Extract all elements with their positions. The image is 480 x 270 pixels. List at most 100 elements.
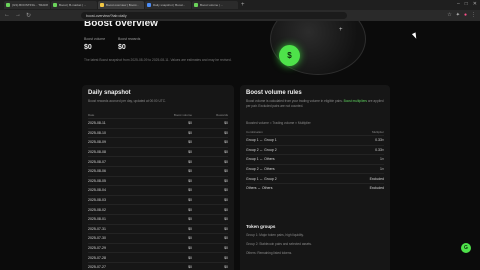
table-body: Group 1 ↔ Group 1 0.33× Group 2 ↔ Group 2 0… xyxy=(246,135,384,193)
table-row: 2025-08-09 $0 $0 xyxy=(88,137,228,147)
table-row: Others ↔ Others Excluded xyxy=(246,182,384,193)
close-icon[interactable]: ✕ xyxy=(473,1,477,7)
table-cell: $0 xyxy=(188,217,192,222)
favicon-icon xyxy=(100,3,104,7)
new-tab-button[interactable]: + xyxy=(241,2,245,8)
table-cell: 2025-08-07 xyxy=(88,159,106,164)
table-cell: 0.33× xyxy=(375,147,384,152)
group-line: Group 1: Major token pairs, high liquidi… xyxy=(246,233,304,237)
back-icon[interactable]: ← xyxy=(4,12,10,19)
card-subtitle: Boost rewards accrued per day, updated a… xyxy=(88,99,166,103)
table-cell: 2025-08-03 xyxy=(88,198,106,203)
table-cell: $0 xyxy=(188,255,192,260)
daily-snapshot-card: Daily snapshot Boost rewards accrued per… xyxy=(82,85,234,270)
browser-tab[interactable]: Boost | B-market | ... xyxy=(51,1,97,9)
column-header-combination: Combination xyxy=(246,130,263,134)
table-cell: 2025-08-09 xyxy=(88,140,106,145)
mouse-cursor-icon xyxy=(411,32,419,40)
browser-tabbar: (GS) BOOSTING... TRADING | Pola.co... Boo… xyxy=(0,0,480,10)
extension-icon[interactable]: ✦ xyxy=(456,12,460,18)
table-cell: Group 2 ↔ Others xyxy=(246,167,275,172)
maximize-icon[interactable]: □ xyxy=(465,1,468,7)
table-cell: Group 1 ↔ Others xyxy=(246,157,275,162)
stat-boost-volume: Boost volume $0 xyxy=(84,37,105,51)
nav-buttons: ← → ↻ xyxy=(4,12,31,19)
table-cell: $0 xyxy=(224,140,228,145)
table-cell: $0 xyxy=(224,236,228,241)
tab-title: Daily snapshot | Boost... xyxy=(153,3,186,7)
table-cell: $0 xyxy=(224,188,228,193)
daily-table: Date Boost volume Rewards 2025-08-11 $0 $0… xyxy=(88,112,228,270)
favicon-icon xyxy=(194,3,198,7)
url-input[interactable]: boost-overview/?tab=daily xyxy=(81,12,348,19)
column-header-date: Date xyxy=(88,113,95,117)
card-subtitle: Boost volume is calculated from your tra… xyxy=(246,99,384,108)
table-cell: Group 1 ↔ Group 2 xyxy=(246,176,277,181)
tab-title: Boost | B-market | ... xyxy=(59,3,87,7)
table-cell: $0 xyxy=(188,246,192,251)
stat-boost-rewards: Boost rewards $0 xyxy=(118,37,140,51)
profile-icon[interactable]: ● xyxy=(464,12,467,18)
table-cell: $0 xyxy=(224,169,228,174)
tab-title: Boost overview | Boost... xyxy=(106,3,139,7)
table-row: 2025-07-27 $0 $0 xyxy=(88,261,228,270)
group-line: Group 2: Stablecoin pairs and selected a… xyxy=(246,242,312,246)
table-row: 2025-08-07 $0 $0 xyxy=(88,156,228,166)
forward-icon[interactable]: → xyxy=(15,12,21,19)
favicon-icon xyxy=(147,3,151,7)
table-cell: $0 xyxy=(188,159,192,164)
column-header-rewards: Rewards xyxy=(216,113,228,117)
section-title: Token groups xyxy=(246,224,276,229)
table-cell: $0 xyxy=(224,198,228,203)
browser-tab[interactable]: (GS) BOOSTING... TRADING | Pola.co... xyxy=(4,1,50,9)
reload-icon[interactable]: ↻ xyxy=(26,12,31,19)
table-cell: $0 xyxy=(224,150,228,155)
table-cell: $0 xyxy=(188,226,192,231)
table-row: 2025-08-08 $0 $0 xyxy=(88,146,228,157)
table-body: 2025-08-11 $0 $0 2025-08-10 $0 $0 2025-08-09 $0… xyxy=(88,118,228,270)
table-cell: Excluded xyxy=(369,176,384,181)
table-cell: $0 xyxy=(188,207,192,212)
page-title: Boost overview xyxy=(84,21,158,29)
browser-tab[interactable]: Boost volume | ... xyxy=(192,1,238,9)
table-cell: 2025-07-30 xyxy=(88,236,106,241)
table-cell: 0.33× xyxy=(375,138,384,143)
browser-tab[interactable]: Daily snapshot | Boost... xyxy=(145,1,191,9)
chat-button[interactable]: G xyxy=(461,243,471,253)
dollar-coin-icon: $ xyxy=(279,45,300,66)
table-cell: $0 xyxy=(188,140,192,145)
tab-list: (GS) BOOSTING... TRADING | Pola.co... Boo… xyxy=(4,1,238,9)
multipliers-link[interactable]: Boost multipliers xyxy=(344,99,367,103)
column-header-multiplier: Multiplier xyxy=(371,130,384,134)
table-cell: 2025-08-10 xyxy=(88,130,106,135)
tab-title: (GS) BOOSTING... TRADING | Pola.co... xyxy=(12,3,48,7)
table-cell: 2025-08-06 xyxy=(88,169,106,174)
table-row: 2025-08-01 $0 $0 xyxy=(88,213,228,224)
stat-label: Boost volume xyxy=(84,37,106,41)
overview-description: The latest Boost snapshot from 2025-08-0… xyxy=(84,58,232,62)
extensions-area: ☆ ✦ ● ⋮ xyxy=(447,12,476,18)
table-row: 2025-07-31 $0 $0 xyxy=(88,223,228,234)
table-cell: $0 xyxy=(188,265,192,270)
table-cell: 2025-07-27 xyxy=(88,265,106,270)
table-cell: Others ↔ Others xyxy=(246,186,273,191)
favicon-icon xyxy=(6,3,10,7)
browser-tab[interactable]: Boost overview | Boost... xyxy=(98,1,144,9)
table-cell: $0 xyxy=(188,198,192,203)
minimize-icon[interactable]: – xyxy=(457,1,460,7)
stat-label: Boost rewards xyxy=(118,37,141,41)
table-row: Group 2 ↔ Group 2 0.33× xyxy=(246,144,384,155)
table-cell: $0 xyxy=(224,130,228,135)
tab-title: Boost volume | ... xyxy=(200,3,224,7)
table-cell: 2025-08-04 xyxy=(88,188,106,193)
url-text: boost-overview/?tab=daily xyxy=(86,13,127,18)
star-icon[interactable]: ☆ xyxy=(447,12,451,18)
menu-icon[interactable]: ⋮ xyxy=(471,12,476,18)
table-row: 2025-08-10 $0 $0 xyxy=(88,127,228,138)
table-cell: $0 xyxy=(188,188,192,193)
table-cell: $0 xyxy=(188,150,192,155)
table-row: 2025-08-04 $0 $0 xyxy=(88,185,228,195)
table-cell: Group 1 ↔ Group 1 xyxy=(246,138,277,143)
table-row: Group 1 ↔ Group 1 0.33× xyxy=(246,135,384,145)
table-cell: $0 xyxy=(188,130,192,135)
